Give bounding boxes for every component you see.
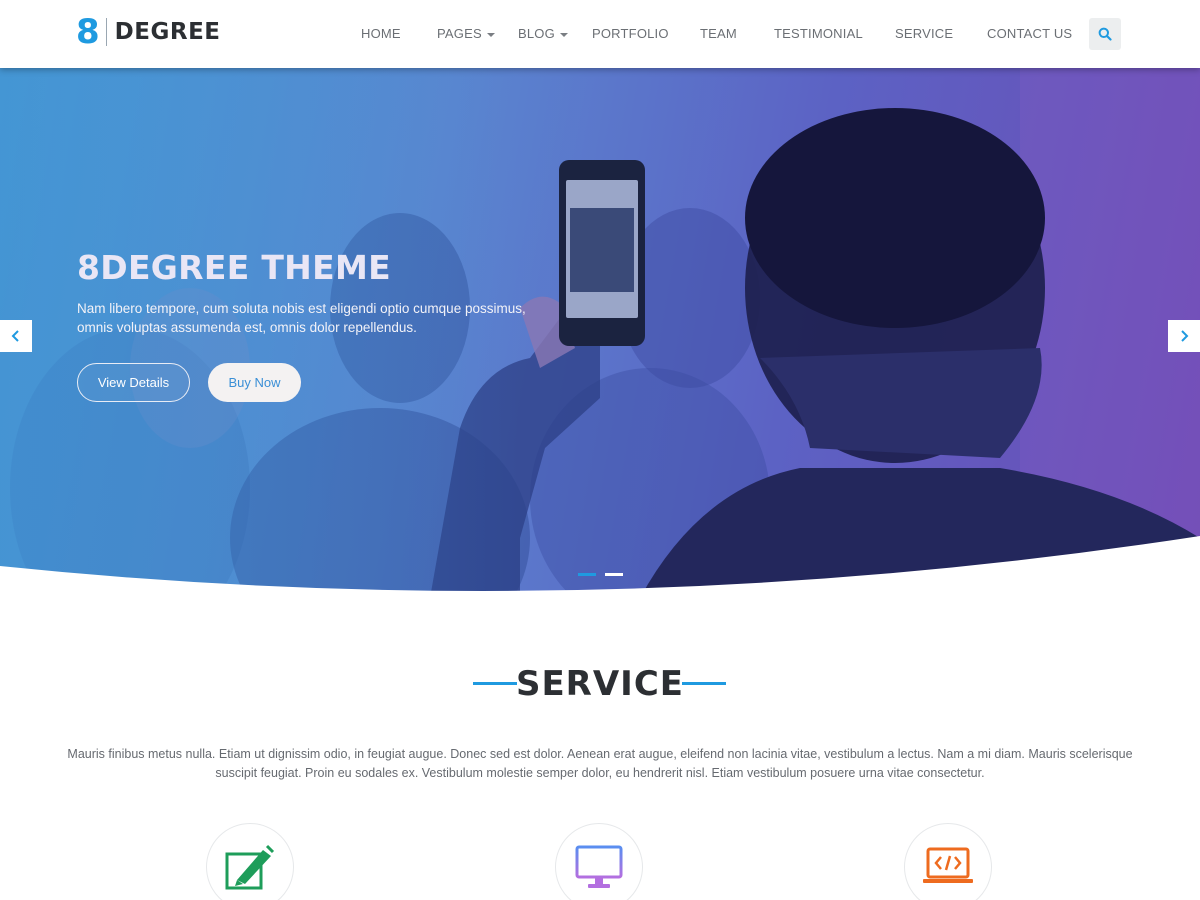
title-line-right bbox=[682, 682, 726, 685]
nav-service-label: SERVICE bbox=[895, 26, 954, 41]
hero-title: 8DEGREE THEME bbox=[77, 248, 391, 287]
nav-portfolio-label: PORTFOLIO bbox=[592, 26, 669, 41]
hero-description: Nam libero tempore, cum soluta nobis est… bbox=[77, 301, 526, 335]
service-heading: SERVICE bbox=[0, 664, 1200, 706]
slider-prev-button[interactable] bbox=[0, 320, 32, 352]
chevron-left-icon bbox=[11, 330, 19, 342]
nav-portfolio[interactable]: PORTFOLIO bbox=[592, 26, 669, 41]
nav-home-label: HOME bbox=[361, 26, 401, 41]
service-card-design[interactable] bbox=[206, 823, 294, 900]
site-logo[interactable]: 8 DEGREE bbox=[76, 14, 221, 50]
service-title: SERVICE bbox=[515, 664, 685, 704]
nav-pages[interactable]: PAGES bbox=[437, 26, 495, 41]
logo-mark: 8 bbox=[76, 12, 100, 52]
hero-slider: 8DEGREE THEME Nam libero tempore, cum so… bbox=[0, 68, 1200, 598]
chevron-down-icon bbox=[559, 32, 568, 37]
search-icon bbox=[1098, 27, 1112, 41]
nav-team[interactable]: TEAM bbox=[700, 26, 737, 41]
nav-team-label: TEAM bbox=[700, 26, 737, 41]
nav-contact-us[interactable]: CONTACT US bbox=[987, 26, 1072, 41]
chevron-down-icon bbox=[486, 32, 495, 37]
view-details-button[interactable]: View Details bbox=[77, 363, 190, 402]
slider-dot-2[interactable] bbox=[605, 573, 623, 576]
slider-next-button[interactable] bbox=[1168, 320, 1200, 352]
search-button[interactable] bbox=[1089, 18, 1121, 50]
code-laptop-icon bbox=[923, 847, 973, 883]
nav-testimonial-label: TESTIMONIAL bbox=[774, 26, 863, 41]
service-card-development[interactable] bbox=[904, 823, 992, 900]
site-header: 8 DEGREE HOME PAGES BLOG PORTFOLIO TEAM … bbox=[0, 0, 1200, 68]
nav-pages-label: PAGES bbox=[437, 26, 482, 41]
nav-home[interactable]: HOME bbox=[361, 26, 401, 41]
nav-blog[interactable]: BLOG bbox=[518, 26, 568, 41]
nav-contact-us-label: CONTACT US bbox=[987, 26, 1073, 41]
nav-testimonial[interactable]: TESTIMONIAL bbox=[774, 26, 863, 41]
service-card-web[interactable] bbox=[555, 823, 643, 900]
buy-now-button[interactable]: Buy Now bbox=[208, 363, 301, 402]
logo-text: DEGREE bbox=[114, 19, 221, 45]
nav-blog-label: BLOG bbox=[518, 26, 555, 41]
logo-divider bbox=[105, 18, 107, 46]
nav-service[interactable]: SERVICE bbox=[895, 26, 953, 41]
service-description: Mauris finibus metus nulla. Etiam ut dig… bbox=[67, 747, 1133, 780]
chevron-right-icon bbox=[1181, 330, 1189, 342]
monitor-icon bbox=[575, 845, 623, 888]
slider-dot-1[interactable] bbox=[578, 573, 596, 576]
design-pencil-icon bbox=[225, 844, 275, 890]
